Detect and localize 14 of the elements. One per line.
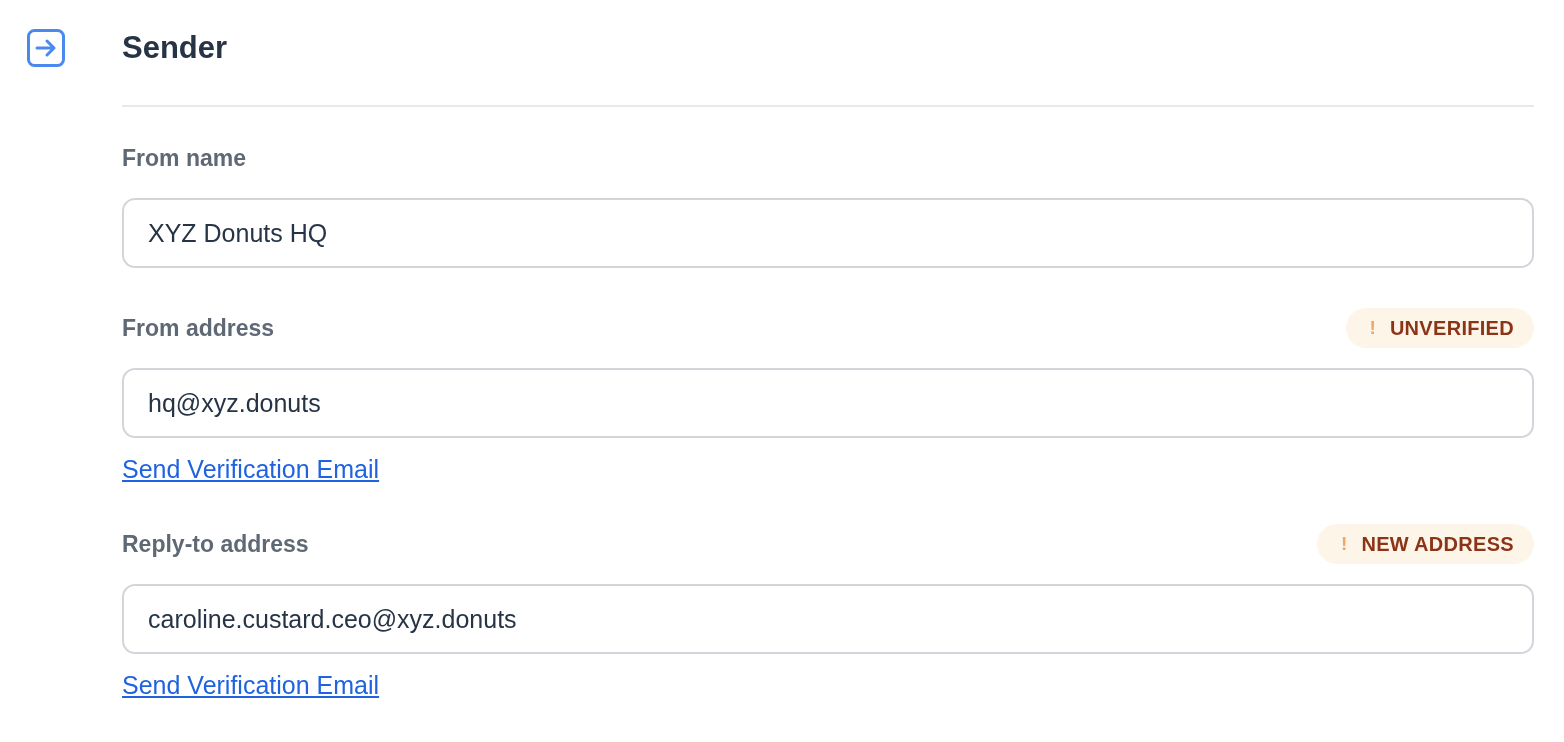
warning-mark: !	[1369, 316, 1376, 340]
status-label: NEW ADDRESS	[1361, 532, 1514, 556]
status-label: UNVERIFIED	[1389, 316, 1514, 340]
verification-link[interactable]: Send Verification Email	[122, 670, 380, 700]
warning-mark: !	[1341, 532, 1348, 556]
field-label: From address	[122, 314, 275, 343]
text-field[interactable]: caroline.custard.ceo@xyz.donuts	[122, 584, 1534, 654]
text-field[interactable]: XYZ Donuts HQ	[122, 198, 1534, 268]
field-label: Reply-to address	[122, 530, 309, 559]
field-label: From name	[122, 144, 246, 173]
text-field[interactable]: hq@xyz.donuts	[122, 368, 1534, 438]
arrow-right-square-icon	[27, 29, 65, 67]
section-title: Sender	[122, 30, 228, 66]
verification-link[interactable]: Send Verification Email	[122, 454, 380, 484]
